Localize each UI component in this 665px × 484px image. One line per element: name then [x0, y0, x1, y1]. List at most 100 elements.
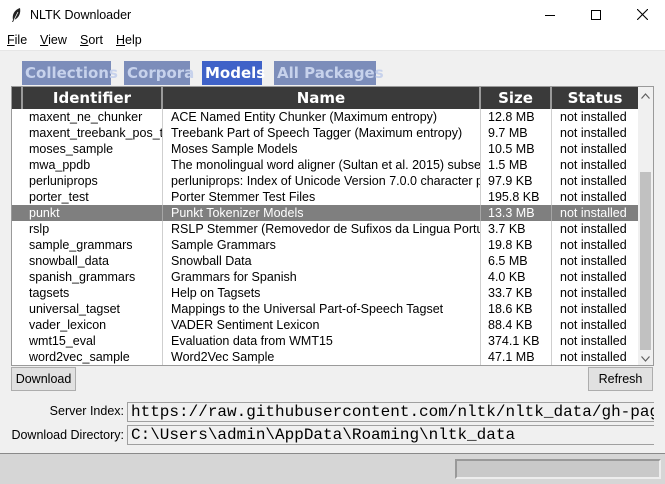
title-bar[interactable]: NLTK Downloader	[0, 0, 665, 31]
scroll-up-button[interactable]	[638, 87, 653, 102]
table-row[interactable]: word2vec_sample Word2Vec Sample 47.1 MB not…	[12, 349, 638, 365]
cell-status: not installed	[560, 302, 627, 316]
table-row[interactable]: maxent_treebank_pos_taggerTreebank Part …	[12, 125, 638, 141]
menu-help-mnemonic: H	[116, 33, 126, 47]
maximize-button[interactable]	[573, 0, 619, 31]
minimize-button[interactable]	[527, 0, 573, 31]
cell-name: perluniprops: Index of Unicode Version 7…	[163, 173, 481, 189]
header-spacer	[12, 87, 23, 109]
menu-bar: File View Sort Help	[0, 31, 665, 51]
cell-size: 97.9 KB	[481, 173, 552, 189]
scroll-down-button[interactable]	[638, 350, 653, 365]
cell-status: not installed	[560, 238, 627, 252]
server-index-field[interactable]: https://raw.githubusercontent.com/nltk/n…	[127, 402, 654, 422]
cell-status: not installed	[560, 334, 627, 348]
cell-identifier: spanish_grammars	[24, 269, 163, 285]
cell-identifier: universal_tagset	[24, 301, 163, 317]
column-header-status[interactable]: Status	[552, 87, 638, 109]
cell-status: not installed	[560, 190, 627, 204]
cell-identifier: vader_lexicon	[24, 317, 163, 333]
table-row[interactable]: vader_lexicon VADER Sentiment Lexicon 88.4…	[12, 317, 638, 333]
tab-corpora[interactable]: Corpora	[124, 61, 194, 85]
tab-collections[interactable]: Collections	[22, 61, 118, 85]
table-row[interactable]: moses_sample Moses Sample Models 10.5 MB no…	[12, 141, 638, 157]
cell-size: 1.5 MB	[481, 157, 552, 173]
cell-name: Sample Grammars	[163, 237, 481, 253]
cell-identifier: maxent_ne_chunker	[24, 109, 163, 125]
package-table[interactable]: Identifier Name Size Status maxent_ne_ch…	[11, 86, 654, 366]
cell-identifier: wmt15_eval	[24, 333, 163, 349]
cell-status: not installed	[560, 222, 627, 236]
download-directory-label: Download Directory:	[11, 428, 124, 442]
cell-name: Porter Stemmer Test Files	[163, 189, 481, 205]
table-row[interactable]: spanish_grammars Grammars for Spanish 4.0 …	[12, 269, 638, 285]
table-row[interactable]: universal_tagset Mappings to the Universa…	[12, 301, 638, 317]
cell-size: 19.8 KB	[481, 237, 552, 253]
cell-size: 195.8 KB	[481, 189, 552, 205]
cell-size: 47.1 MB	[481, 349, 552, 365]
table-header: Identifier Name Size Status	[12, 87, 638, 109]
cell-size: 18.6 KB	[481, 301, 552, 317]
cell-name: The monolingual word aligner (Sultan et …	[163, 157, 481, 173]
cell-name: Mappings to the Universal Part-of-Speech…	[163, 301, 481, 317]
cell-identifier: maxent_treebank_pos_tagger	[24, 125, 163, 141]
column-header-identifier[interactable]: Identifier	[23, 87, 163, 109]
table-row[interactable]: maxent_ne_chunker ACE Named Entity Chunke…	[12, 109, 638, 125]
cell-status: not installed	[560, 142, 627, 156]
cell-identifier: porter_test	[24, 189, 163, 205]
cell-name: Word2Vec Sample	[163, 349, 481, 365]
cell-status: not installed	[560, 126, 627, 140]
table-row[interactable]: tagsets Help on Tagsets 33.7 KB not install…	[12, 285, 638, 301]
table-rows: maxent_ne_chunker ACE Named Entity Chunke…	[12, 109, 638, 365]
scrollbar-thumb[interactable]	[640, 172, 651, 350]
cell-status: not installed	[560, 254, 627, 268]
close-button[interactable]	[619, 0, 665, 31]
cell-size: 374.1 KB	[481, 333, 552, 349]
chevron-up-icon	[641, 88, 650, 102]
window-title: NLTK Downloader	[30, 8, 132, 22]
cell-name: ACE Named Entity Chunker (Maximum entrop…	[163, 109, 481, 125]
table-row[interactable]: porter_test Porter Stemmer Test Files 195.…	[12, 189, 638, 205]
cell-status: not installed	[560, 158, 627, 172]
cell-identifier: punkt	[24, 205, 163, 221]
column-header-name[interactable]: Name	[163, 87, 481, 109]
menu-sort[interactable]: Sort	[80, 33, 103, 47]
table-row[interactable]: mwa_ppdb The monolingual word aligner (Su…	[12, 157, 638, 173]
menu-help-label: elp	[125, 33, 142, 47]
cell-name: Moses Sample Models	[163, 141, 481, 157]
feather-icon	[10, 7, 22, 23]
cell-size: 3.7 KB	[481, 221, 552, 237]
cell-identifier: sample_grammars	[24, 237, 163, 253]
menu-file[interactable]: File	[7, 33, 27, 47]
cell-status: not installed	[560, 110, 627, 124]
cell-size: 33.7 KB	[481, 285, 552, 301]
menu-file-mnemonic: F	[7, 33, 15, 47]
refresh-button[interactable]: Refresh	[588, 367, 653, 391]
cell-size: 6.5 MB	[481, 253, 552, 269]
chevron-down-icon	[641, 351, 650, 365]
download-button[interactable]: Download	[11, 367, 76, 391]
vertical-scrollbar[interactable]	[638, 87, 653, 365]
menu-help[interactable]: Help	[116, 33, 142, 47]
cell-identifier: word2vec_sample	[24, 349, 163, 365]
cell-name: Grammars for Spanish	[163, 269, 481, 285]
tab-all-packages[interactable]: All Packages	[274, 61, 384, 85]
menu-view[interactable]: View	[40, 33, 67, 47]
cell-name: Treebank Part of Speech Tagger (Maximum …	[163, 125, 481, 141]
table-row[interactable]: punkt Punkt Tokenizer Models 13.3 MB not in…	[12, 205, 638, 221]
table-row[interactable]: wmt15_eval Evaluation data from WMT15 374.…	[12, 333, 638, 349]
cell-identifier: snowball_data	[24, 253, 163, 269]
cell-name: RSLP Stemmer (Removedor de Sufixos da Li…	[163, 221, 481, 237]
table-row[interactable]: sample_grammars Sample Grammars 19.8 KB not…	[12, 237, 638, 253]
tab-models[interactable]: Models	[202, 61, 265, 85]
table-row[interactable]: rslp RSLP Stemmer (Removedor de Sufixos d…	[12, 221, 638, 237]
cell-size: 10.5 MB	[481, 141, 552, 157]
table-row[interactable]: perluniprops perluniprops: Index of Unico…	[12, 173, 638, 189]
download-directory-field[interactable]: C:\Users\admin\AppData\Roaming\nltk_data	[127, 425, 654, 445]
cell-name: Punkt Tokenizer Models	[163, 205, 481, 221]
cell-name: Help on Tagsets	[163, 285, 481, 301]
cell-status: not installed	[560, 174, 627, 188]
column-header-size[interactable]: Size	[481, 87, 552, 109]
table-row[interactable]: snowball_data Snowball Data 6.5 MB not inst…	[12, 253, 638, 269]
status-bar	[0, 453, 665, 484]
